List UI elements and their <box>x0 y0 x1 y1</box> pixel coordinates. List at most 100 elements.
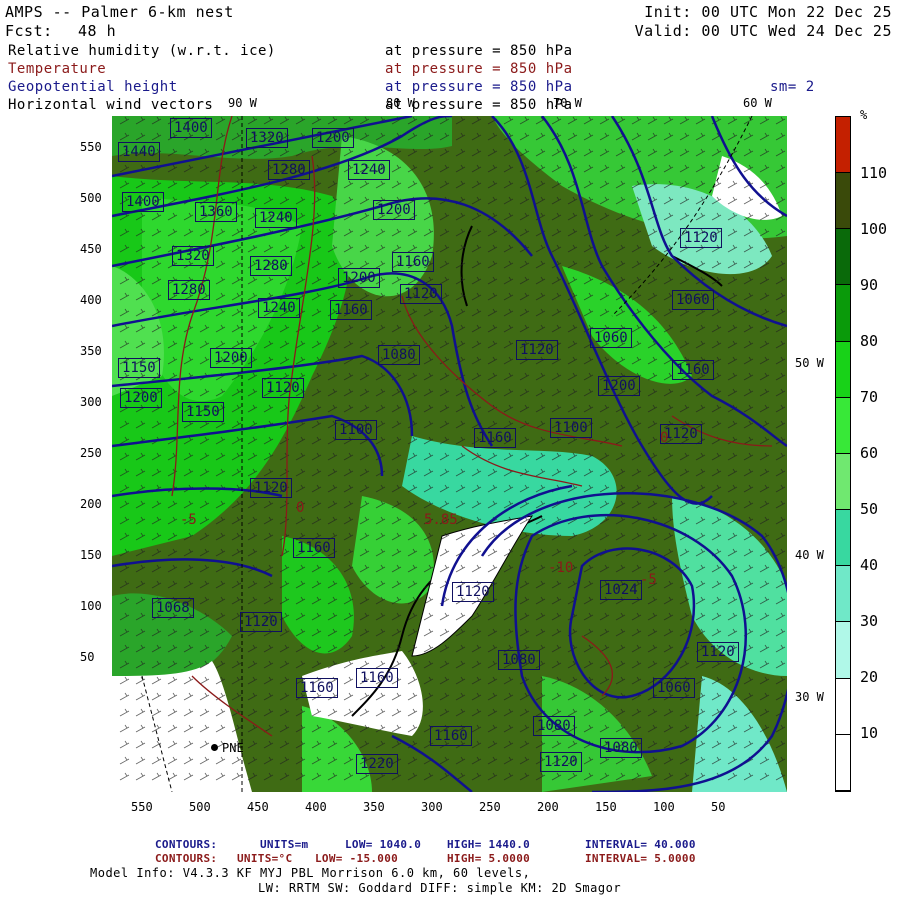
field-rh-name: Relative humidity (w.r.t. ice) <box>8 43 276 59</box>
colorbar-segment <box>836 341 850 398</box>
height-contour-label: 1280 <box>268 160 310 180</box>
contour2-units: UNITS=°C <box>237 852 293 865</box>
temperature-contour-label: 0 <box>296 500 305 516</box>
y-tick-label: 400 <box>80 293 102 307</box>
contour1-high: HIGH= 1440.0 <box>447 838 531 851</box>
colorbar-label: 80 <box>860 332 879 350</box>
init-time: Init: 00 UTC Mon 22 Dec 25 <box>644 3 892 21</box>
height-contour-label: 1120 <box>452 582 494 602</box>
height-contour-label: 1120 <box>516 340 558 360</box>
temperature-contour-label: 0 <box>660 430 669 446</box>
colorbar-segment <box>836 510 850 567</box>
y-tick-label: 150 <box>80 548 102 562</box>
colorbar-segment <box>836 229 850 286</box>
y-tick-label: 50 <box>80 650 95 664</box>
height-contour-label: 1080 <box>533 716 575 736</box>
lon-60w-label: 60 W <box>743 96 772 110</box>
height-contour-label: 1160 <box>392 252 434 272</box>
contour2-high: HIGH= 5.0000 <box>447 852 531 865</box>
colorbar-label: 70 <box>860 388 879 406</box>
valid-time: Valid: 00 UTC Wed 24 Dec 25 <box>634 22 892 40</box>
height-contour-label: 1080 <box>600 738 642 758</box>
field-temp-level: at pressure = 850 hPa <box>385 61 573 77</box>
height-contour-label: 1220 <box>356 754 398 774</box>
contour1-interval: INTERVAL= 40.000 <box>585 838 696 851</box>
y-tick-label: 300 <box>80 395 102 409</box>
y-tick-label: 550 <box>80 140 102 154</box>
colorbar-segment <box>836 285 850 342</box>
height-contour-label: 1280 <box>250 256 292 276</box>
height-contour-label: 1400 <box>122 192 164 212</box>
temperature-contour-label: -5 <box>180 512 197 528</box>
contour2-interval: INTERVAL= 5.0000 <box>585 852 696 865</box>
height-contour-label: 1240 <box>258 298 300 318</box>
contour2-label: CONTOURS: <box>155 852 218 865</box>
smoothing-label: sm= 2 <box>770 79 815 95</box>
height-contour-label: 1120 <box>250 478 292 498</box>
x-tick-label: 400 <box>305 800 327 814</box>
colorbar-label: 60 <box>860 444 879 462</box>
height-contour-label: 1120 <box>262 378 304 398</box>
height-contour-label: 1150 <box>118 358 160 378</box>
height-contour-label: 1100 <box>550 418 592 438</box>
height-contour-label: 1160 <box>293 538 335 558</box>
height-contour-label: 1160 <box>672 360 714 380</box>
x-tick-label: 200 <box>537 800 559 814</box>
height-contour-label: 1240 <box>255 208 297 228</box>
field-temp-name: Temperature <box>8 61 107 77</box>
height-contour-label: 1320 <box>246 128 288 148</box>
colorbar-segment <box>836 622 850 679</box>
height-contour-label: 1320 <box>172 246 214 266</box>
height-contour-label: 1100 <box>335 420 377 440</box>
forecast-label: Fcst: <box>5 22 53 40</box>
model-title: AMPS -- Palmer 6-km nest <box>5 3 234 21</box>
x-tick-label: 550 <box>131 800 153 814</box>
temperature-contour-label: -5 <box>640 572 657 588</box>
height-contour-label: 1400 <box>170 118 212 138</box>
height-contour-label: 1120 <box>400 284 442 304</box>
colorbar-segment <box>836 173 850 230</box>
height-contour-label: 1160 <box>474 428 516 448</box>
height-contour-label: 1060 <box>590 328 632 348</box>
x-tick-label: 350 <box>363 800 385 814</box>
colorbar-label: 10 <box>860 724 879 742</box>
x-tick-label: 500 <box>189 800 211 814</box>
colorbar-segment <box>836 117 850 174</box>
height-contour-label: 1060 <box>672 290 714 310</box>
height-contour-label: 1120 <box>697 642 739 662</box>
colorbar-label: 30 <box>860 612 879 630</box>
y-tick-label: 500 <box>80 191 102 205</box>
colorbar-segment <box>836 734 850 791</box>
contour1-label: CONTOURS: <box>155 838 218 851</box>
height-contour-label: 1200 <box>120 388 162 408</box>
x-tick-label: 50 <box>711 800 726 814</box>
x-tick-label: 150 <box>595 800 617 814</box>
colorbar-segment <box>836 397 850 454</box>
contour1-units: UNITS=m <box>260 838 309 851</box>
lon-40w-label: 40 W <box>795 548 824 562</box>
y-tick-label: 350 <box>80 344 102 358</box>
height-contour-label: 1360 <box>195 202 237 222</box>
colorbar-segment <box>836 453 850 511</box>
x-tick-label: 250 <box>479 800 501 814</box>
field-wind-name: Horizontal wind vectors <box>8 97 214 113</box>
height-contour-label: 1160 <box>296 678 338 698</box>
y-tick-label: 450 <box>80 242 102 256</box>
model-info-physics: LW: RRTM SW: Goddard DIFF: simple KM: 2D… <box>258 881 622 895</box>
height-contour-label: 1120 <box>540 752 582 772</box>
colorbar-label: 40 <box>860 556 879 574</box>
forecast-value: 48 h <box>78 22 117 40</box>
height-contour-label: 1160 <box>356 668 398 688</box>
colorbar-label: 100 <box>860 220 888 238</box>
colorbar-label: 20 <box>860 668 879 686</box>
colorbar-segment <box>836 678 850 735</box>
height-contour-label: 1240 <box>348 160 390 180</box>
colorbar <box>835 116 851 792</box>
field-rh-level: at pressure = 850 hPa <box>385 43 573 59</box>
colorbar-label: 110 <box>860 164 888 182</box>
height-contour-label: 1060 <box>653 678 695 698</box>
height-contour-label: 1200 <box>598 376 640 396</box>
x-tick-label: 450 <box>247 800 269 814</box>
y-tick-label: 100 <box>80 599 102 613</box>
colorbar-label: 90 <box>860 276 879 294</box>
